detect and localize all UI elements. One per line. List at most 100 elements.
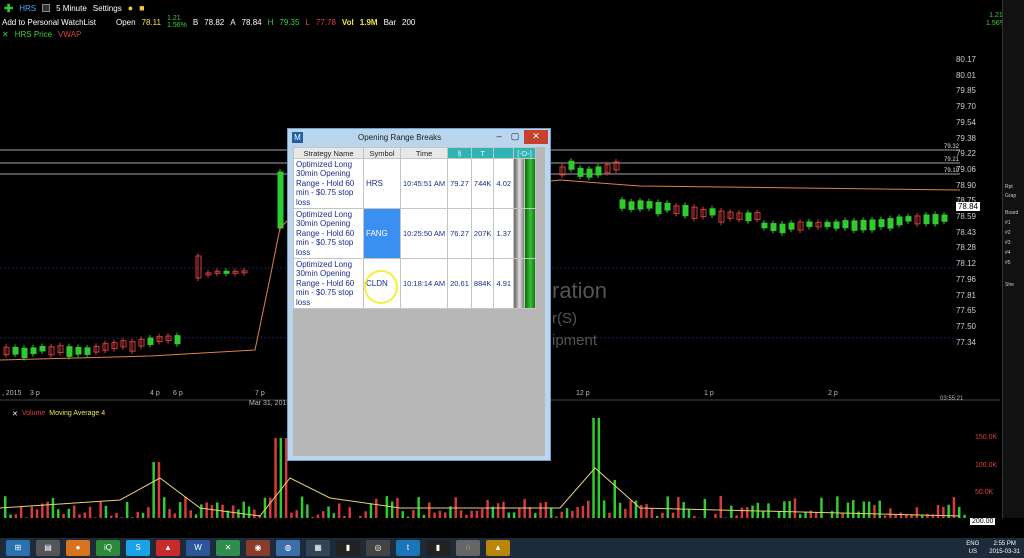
explorer-icon[interactable]: ▤ xyxy=(36,540,60,556)
volume-bar xyxy=(756,502,760,518)
settings-button[interactable]: Settings xyxy=(93,4,122,13)
volume-bar xyxy=(51,498,55,518)
sidebar-tab[interactable]: Board xyxy=(1005,210,1018,216)
ratio-cell[interactable]: 1.37 xyxy=(493,208,515,259)
sidebar-tab[interactable]: #2 xyxy=(1005,230,1011,236)
maximize-button[interactable]: ▢ xyxy=(508,130,522,144)
sidebar-tab[interactable]: #1 xyxy=(1005,220,1011,226)
skype-icon[interactable]: S xyxy=(126,540,150,556)
firefox-icon[interactable]: ● xyxy=(66,540,90,556)
pdf-icon[interactable]: ▲ xyxy=(156,540,180,556)
col-price[interactable]: § xyxy=(447,147,472,159)
ma-legend-label[interactable]: Moving Average 4 xyxy=(49,410,105,418)
volume-close-icon[interactable]: ✕ xyxy=(12,410,18,418)
volume-bar xyxy=(873,504,876,518)
price-cell[interactable]: 20.61 xyxy=(447,258,472,309)
candle-body xyxy=(75,346,82,355)
x-tick-label: 1 p xyxy=(704,390,714,397)
table-row[interactable]: Optimized Long 30min Opening Range - Hol… xyxy=(293,208,537,259)
chart-app-icon[interactable]: ▮ xyxy=(336,540,360,556)
volume-bar xyxy=(78,514,81,518)
interval-select[interactable]: 5 Minute xyxy=(56,4,87,13)
volume-legend-label[interactable]: Volume xyxy=(22,410,45,418)
volume-bar xyxy=(693,515,696,518)
col-symbol[interactable]: Symbol xyxy=(363,147,401,159)
volume-cell[interactable]: 207K xyxy=(470,208,495,259)
start-icon[interactable]: ⊞ xyxy=(6,540,30,556)
sidebar-tab[interactable]: #4 xyxy=(1005,250,1011,256)
col-strategy[interactable]: Strategy Name xyxy=(293,147,364,159)
symbol-cell-selected[interactable]: FANG xyxy=(363,208,401,259)
chart-app-icon[interactable]: ▮ xyxy=(426,540,450,556)
candle-body xyxy=(619,199,626,209)
close-button[interactable]: ✕ xyxy=(524,130,548,144)
volume-bar xyxy=(88,506,92,518)
ratio-cell[interactable]: 4.02 xyxy=(493,158,515,209)
opening-range-breaks-window[interactable]: M Opening Range Breaks ‒ ▢ ✕ Strategy Na… xyxy=(287,128,551,461)
volume-cell[interactable]: 744K xyxy=(470,158,495,209)
volume-bar xyxy=(348,507,351,518)
volume-bar xyxy=(62,514,65,518)
volume-bar xyxy=(862,501,866,518)
sidebar-tab[interactable]: She xyxy=(1005,282,1014,288)
windows-taskbar: ⊞ ▤ ● iQ S ▲ W ✕ ◉ ◍ ▦ ▮ ◎ t ▮ ◌ ▲ ENG U… xyxy=(0,538,1024,558)
level-tag: 79.21 xyxy=(944,157,960,163)
strategy-cell[interactable]: Optimized Long 30min Opening Range - Hol… xyxy=(293,208,364,259)
symbol-cell[interactable]: HRS xyxy=(363,158,401,209)
ti-icon[interactable]: t xyxy=(396,540,420,556)
iq-icon[interactable]: iQ xyxy=(96,540,120,556)
excel-icon[interactable]: ✕ xyxy=(216,540,240,556)
candle-body xyxy=(577,167,584,177)
note-icon[interactable]: ■ xyxy=(139,3,144,13)
col-volume[interactable]: T xyxy=(470,147,495,159)
watermark-text: r(S) xyxy=(552,310,577,327)
volume-bar xyxy=(306,504,309,518)
strategy-cell[interactable]: Optimized Long 30min Opening Range - Hol… xyxy=(293,158,364,209)
watchlist-link[interactable]: Add to Personal WatchList xyxy=(2,18,96,27)
sidebar-tab[interactable]: Rpt xyxy=(1005,184,1013,190)
alert-icon[interactable]: ● xyxy=(128,3,133,13)
sidebar-tab[interactable]: Grap xyxy=(1005,193,1016,199)
add-icon[interactable]: ✚ xyxy=(4,2,13,15)
col-time[interactable]: Time xyxy=(399,147,449,159)
gauge-cell xyxy=(513,208,526,259)
volume-bar xyxy=(724,517,728,518)
chrome-icon[interactable]: ◎ xyxy=(366,540,390,556)
vol-label: Vol xyxy=(341,17,354,27)
volume-cell[interactable]: 884K xyxy=(470,258,495,309)
col-chart[interactable]: [-D-] xyxy=(513,147,537,159)
gear-icon[interactable] xyxy=(42,4,51,12)
app-icon[interactable]: ◌ xyxy=(456,540,480,556)
sidebar-tab[interactable]: #3 xyxy=(1005,240,1011,246)
clock-time[interactable]: 2:55 PM xyxy=(989,540,1020,548)
symbol-field[interactable]: HRS xyxy=(19,4,36,13)
candle-body xyxy=(788,222,795,230)
volume-tick: 150.0K xyxy=(975,434,998,441)
clock-date[interactable]: 2015-03-31 xyxy=(989,548,1020,556)
system-tray[interactable]: ENG US 2:55 PM 2015-03-31 xyxy=(966,540,1020,556)
app-icon[interactable]: ◉ xyxy=(246,540,270,556)
volume-bar xyxy=(767,503,770,518)
minimize-button[interactable]: ‒ xyxy=(492,130,506,144)
time-cell[interactable]: 10:18:14 AM xyxy=(399,258,449,309)
table-row[interactable]: Optimized Long 30min Opening Range - Hol… xyxy=(293,158,537,209)
time-cell[interactable]: 10:25:50 AM xyxy=(399,208,449,259)
volume-bar xyxy=(830,511,834,518)
lang-indicator[interactable]: ENG xyxy=(966,540,979,548)
volume-bar xyxy=(141,512,145,518)
table-row[interactable]: Optimized Long 30min Opening Range - Hol… xyxy=(293,258,537,309)
ratio-cell[interactable]: 4.91 xyxy=(493,258,515,309)
sidebar-tab[interactable]: #5 xyxy=(1005,260,1011,266)
window-titlebar[interactable]: M Opening Range Breaks ‒ ▢ ✕ xyxy=(288,129,550,147)
app-icon[interactable]: ▲ xyxy=(486,540,510,556)
time-cell[interactable]: 10:45:51 AM xyxy=(399,158,449,209)
volume-bar xyxy=(343,515,346,518)
app-icon[interactable]: ◍ xyxy=(276,540,300,556)
word-icon[interactable]: W xyxy=(186,540,210,556)
col-ratio[interactable] xyxy=(493,147,515,159)
price-cell[interactable]: 79.27 xyxy=(447,158,472,209)
region-indicator[interactable]: US xyxy=(966,548,979,556)
app-icon[interactable]: ▦ xyxy=(306,540,330,556)
price-cell[interactable]: 76.27 xyxy=(447,208,472,259)
strategy-cell[interactable]: Optimized Long 30min Opening Range - Hol… xyxy=(293,258,364,309)
